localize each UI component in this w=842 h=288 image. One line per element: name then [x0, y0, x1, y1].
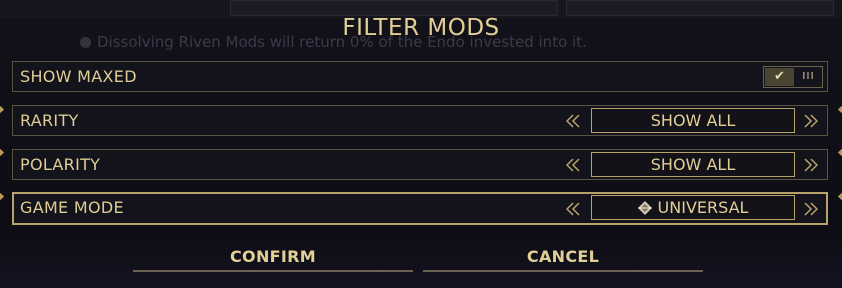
show-maxed-toggle[interactable]: ✔ I I I	[763, 66, 823, 88]
bars-icon[interactable]: I I I	[794, 68, 821, 86]
game-mode-row[interactable]: GAME MODE UNIVERSAL	[12, 192, 828, 225]
background-button	[230, 0, 558, 16]
frame-ornament-icon	[0, 192, 5, 201]
game-mode-label: GAME MODE	[20, 198, 124, 217]
game-mode-selector[interactable]: UNIVERSAL	[591, 195, 795, 220]
double-chevron-right-icon[interactable]	[804, 114, 818, 128]
double-chevron-right-icon[interactable]	[804, 202, 818, 216]
frame-ornament-icon	[837, 192, 842, 201]
polarity-label: POLARITY	[20, 155, 101, 174]
show-maxed-row[interactable]: SHOW MAXED ✔ I I I	[12, 61, 828, 92]
double-chevron-left-icon[interactable]	[566, 158, 580, 172]
checkmark-icon[interactable]: ✔	[765, 68, 794, 86]
frame-ornament-icon	[0, 148, 5, 157]
double-chevron-left-icon[interactable]	[566, 202, 580, 216]
background-button	[566, 0, 834, 16]
double-chevron-left-icon[interactable]	[566, 114, 580, 128]
game-mode-value: UNIVERSAL	[657, 198, 749, 217]
show-maxed-label: SHOW MAXED	[20, 67, 137, 86]
dialog-title: FILTER MODS	[342, 15, 500, 41]
polarity-selector[interactable]: SHOW ALL	[591, 152, 795, 177]
cancel-button[interactable]: CANCEL	[423, 246, 703, 272]
rarity-selector[interactable]: SHOW ALL	[591, 108, 795, 133]
background-footer	[0, 228, 842, 288]
confirm-button[interactable]: CONFIRM	[133, 246, 413, 272]
frame-ornament-icon	[0, 105, 5, 114]
double-chevron-right-icon[interactable]	[804, 158, 818, 172]
frame-ornament-icon	[837, 105, 842, 114]
filter-mods-dialog: Dissolving Riven Mods will return 0% of …	[0, 0, 842, 288]
rarity-value: SHOW ALL	[650, 111, 736, 130]
polarity-row[interactable]: POLARITY SHOW ALL	[12, 149, 828, 180]
frame-ornament-icon	[837, 148, 842, 157]
diamond-icon	[637, 201, 652, 215]
rarity-label: RARITY	[20, 111, 79, 130]
rarity-row[interactable]: RARITY SHOW ALL	[12, 105, 828, 136]
polarity-value: SHOW ALL	[650, 155, 736, 174]
